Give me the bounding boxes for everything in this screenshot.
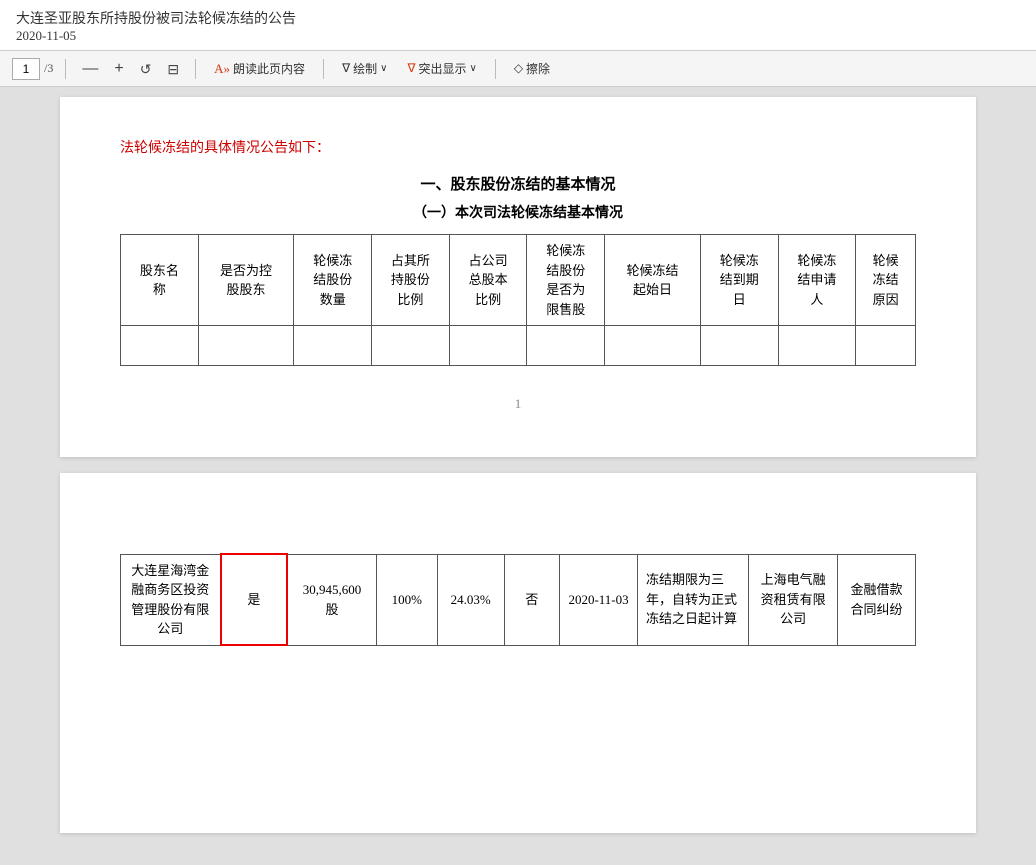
draw-chevron-icon: ∨ [380, 63, 387, 74]
fit-button[interactable]: ⊟ [163, 60, 183, 78]
page-input-group: /3 [12, 58, 53, 80]
content-area: 法轮候冻结的具体情况公告如下： 一、股东股份冻结的基本情况 （一）本次司法轮候冻… [0, 87, 1036, 865]
col-reason: 轮候冻结原因 [856, 235, 916, 326]
erase-icon: ◇ [514, 61, 523, 76]
cell-frozen-shares: 30,945,600股 [287, 554, 376, 645]
reset-button[interactable]: ↺ [136, 60, 156, 78]
table-header-row: 股东名称 是否为控股股东 轮候冻结股份数量 占其所持股份比例 占公司总股本比例 … [121, 235, 916, 326]
col-end-date: 轮候冻结到期日 [700, 235, 778, 326]
highlight-chevron-icon: ∨ [469, 63, 476, 74]
page-number-input[interactable] [12, 58, 40, 80]
doc-title: 大连圣亚股东所持股份被司法轮候冻结的公告 [16, 8, 1020, 28]
page-2-panel: 大连星海湾金融商务区投资管理股份有限公司 是 30,945,600股 100% … [60, 473, 976, 833]
intro-text: 法轮候冻结的具体情况公告如下： [120, 137, 916, 157]
page-total: /3 [44, 61, 53, 76]
cell-total-ratio: 24.03% [437, 554, 504, 645]
toolbar-separator-2 [195, 59, 196, 79]
erase-label: 擦除 [526, 60, 550, 77]
doc-date: 2020-11-05 [16, 28, 1020, 44]
zoom-in-button[interactable]: + [110, 59, 127, 79]
zoom-out-button[interactable]: — [78, 59, 102, 79]
draw-label: 绘制 [353, 60, 377, 77]
toolbar: /3 — + ↺ ⊟ A» 朗读此页内容 ∇ 绘制 ∨ ∇ 突出显示 ∨ ◇ 擦… [0, 51, 1036, 87]
col-frozen-shares: 轮候冻结股份数量 [294, 235, 372, 326]
doc-header: 大连圣亚股东所持股份被司法轮候冻结的公告 2020-11-05 [0, 0, 1036, 51]
highlight-label: 突出显示 [418, 60, 466, 77]
freeze-table-data: 大连星海湾金融商务区投资管理股份有限公司 是 30,945,600股 100% … [120, 553, 916, 646]
col-applicant: 轮候冻结申请人 [778, 235, 856, 326]
section-title-2: （一）本次司法轮候冻结基本情况 [120, 202, 916, 222]
toolbar-separator-1 [65, 59, 66, 79]
erase-button[interactable]: ◇ 擦除 [508, 58, 556, 79]
col-own-ratio: 占其所持股份比例 [372, 235, 450, 326]
cell-start-date: 2020-11-03 [560, 554, 638, 645]
read-label: 朗读此页内容 [233, 60, 305, 77]
col-is-controlling: 是否为控股股东 [198, 235, 294, 326]
page-1-panel: 法轮候冻结的具体情况公告如下： 一、股东股份冻结的基本情况 （一）本次司法轮候冻… [60, 97, 976, 457]
toolbar-separator-3 [323, 59, 324, 79]
col-restricted: 轮候冻结股份是否为限售股 [527, 235, 605, 326]
col-start-date: 轮候冻结起始日 [605, 235, 701, 326]
cell-own-ratio: 100% [376, 554, 437, 645]
toolbar-separator-4 [495, 59, 496, 79]
highlight-icon: ∇ [407, 61, 415, 76]
freeze-table-header: 股东名称 是否为控股股东 轮候冻结股份数量 占其所持股份比例 占公司总股本比例 … [120, 234, 916, 366]
col-total-ratio: 占公司总股本比例 [449, 235, 527, 326]
draw-icon: ∇ [342, 61, 350, 76]
cell-is-controlling: 是 [221, 554, 288, 645]
table-empty-row [121, 326, 916, 366]
highlight-button[interactable]: ∇ 突出显示 ∨ [401, 58, 482, 79]
cell-restricted: 否 [504, 554, 560, 645]
cell-shareholder-name: 大连星海湾金融商务区投资管理股份有限公司 [121, 554, 221, 645]
read-icon: A» [214, 61, 230, 77]
cell-end-date: 冻结期限为三年，自转为正式冻结之日起计算 [637, 554, 748, 645]
col-shareholder-name: 股东名称 [121, 235, 199, 326]
read-button[interactable]: A» 朗读此页内容 [208, 58, 311, 79]
cell-reason: 金融借款合同纠纷 [838, 554, 916, 645]
page-1-number: 1 [120, 396, 916, 412]
section-title-1: 一、股东股份冻结的基本情况 [120, 173, 916, 194]
cell-applicant: 上海电气融资租赁有限公司 [749, 554, 838, 645]
draw-button[interactable]: ∇ 绘制 ∨ [336, 58, 393, 79]
table-row: 大连星海湾金融商务区投资管理股份有限公司 是 30,945,600股 100% … [121, 554, 916, 645]
